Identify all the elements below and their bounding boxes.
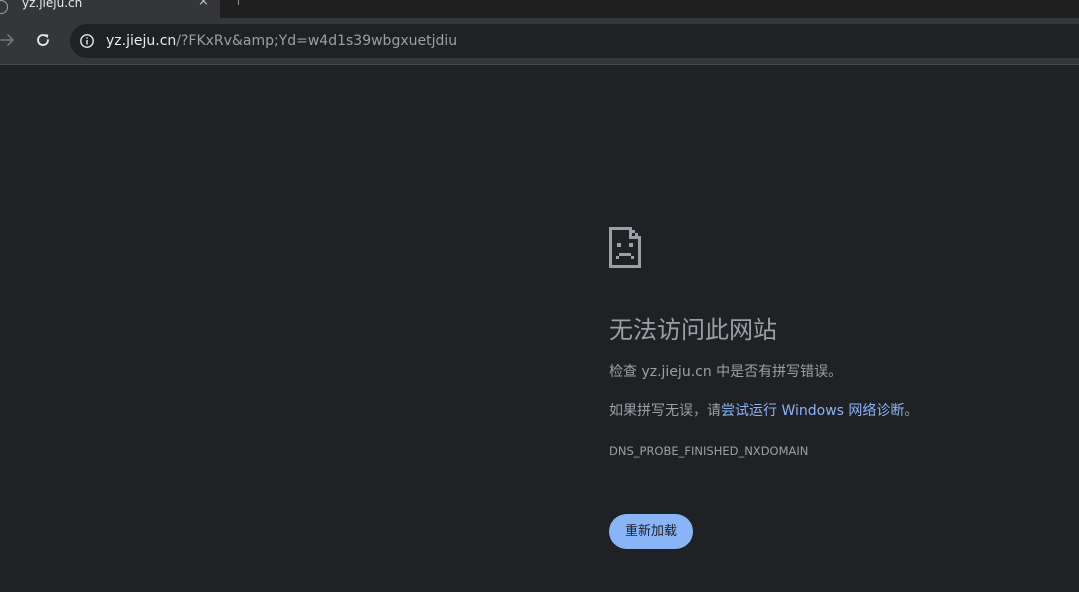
tab-title: yz.jieju.cn xyxy=(22,0,83,10)
hint-suffix: 。 xyxy=(904,403,919,419)
error-heading: 无法访问此网站 xyxy=(609,316,777,344)
check-spelling-text: 检查 yz.jieju.cn 中是否有拼写错误。 xyxy=(609,362,842,382)
diagnostics-hint: 如果拼写无误，请尝试运行 Windows 网络诊断。 xyxy=(609,401,918,421)
active-tab[interactable]: yz.jieju.cn × xyxy=(0,0,220,18)
close-icon[interactable]: × xyxy=(198,0,209,9)
check-prefix: 检查 xyxy=(609,364,642,380)
globe-icon xyxy=(0,0,8,14)
error-code: DNS_PROBE_FINISHED_NXDOMAIN xyxy=(609,444,809,458)
hint-prefix: 如果拼写无误，请 xyxy=(609,403,721,419)
info-circle-icon[interactable] xyxy=(79,33,95,49)
reload-icon[interactable] xyxy=(33,30,53,50)
tab-divider xyxy=(238,0,239,5)
check-suffix: 中是否有拼写错误。 xyxy=(711,364,843,380)
tab-strip: yz.jieju.cn × xyxy=(0,0,1079,18)
reload-button[interactable]: 重新加载 xyxy=(609,514,693,549)
arrow-forward-icon[interactable] xyxy=(0,30,18,50)
error-page: 无法访问此网站 检查 yz.jieju.cn 中是否有拼写错误。 如果拼写无误，… xyxy=(0,65,1079,592)
browser-toolbar: yz.jieju.cn/?FKxRv&amp;Yd=w4d1s39wbgxuet… xyxy=(0,18,1079,65)
url-host: yz.jieju.cn xyxy=(106,33,177,49)
check-host: yz.jieju.cn xyxy=(641,364,712,380)
network-diagnostics-link[interactable]: 尝试运行 Windows 网络诊断 xyxy=(721,403,904,419)
url-text[interactable]: yz.jieju.cn/?FKxRv&amp;Yd=w4d1s39wbgxuet… xyxy=(106,32,457,50)
address-bar[interactable]: yz.jieju.cn/?FKxRv&amp;Yd=w4d1s39wbgxuet… xyxy=(70,24,1079,58)
url-path: /?FKxRv&amp;Yd=w4d1s39wbgxuetjdiu xyxy=(176,33,458,49)
sad-page-icon xyxy=(609,227,641,268)
